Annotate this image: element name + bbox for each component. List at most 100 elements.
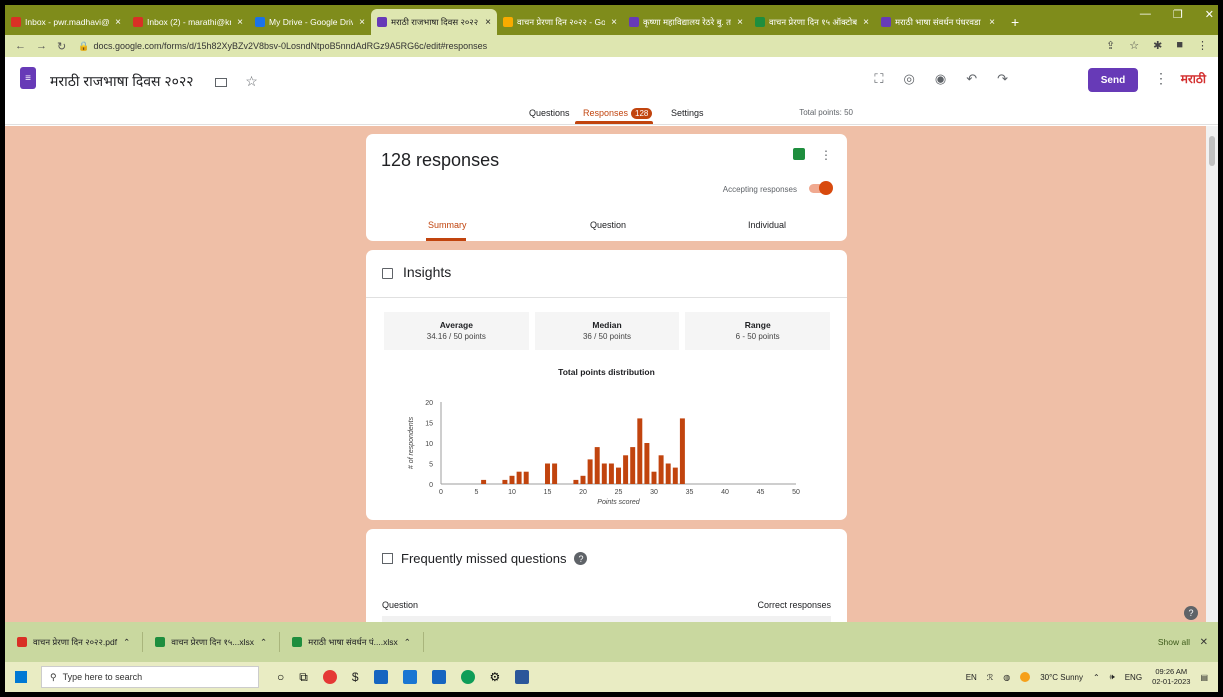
edge-icon[interactable] xyxy=(460,670,475,684)
bookmark-star-icon[interactable]: ☆ xyxy=(1129,39,1139,52)
show-all-link[interactable]: Show all xyxy=(1158,637,1190,647)
subtab-summary[interactable]: Summary xyxy=(428,220,467,230)
chevron-up-icon[interactable]: ⌃ xyxy=(1093,673,1100,682)
star-icon[interactable]: ☆ xyxy=(245,73,258,89)
undo-icon[interactable]: ↶ xyxy=(966,71,977,87)
tab-close-icon[interactable]: × xyxy=(115,17,121,28)
window-controls: — ❐ ✕ xyxy=(1140,8,1214,21)
extensions-icon[interactable]: ✱ xyxy=(1153,39,1162,52)
subtab-individual[interactable]: Individual xyxy=(748,220,786,230)
volume-icon[interactable]: 🕪 xyxy=(1110,672,1115,682)
start-icon[interactable] xyxy=(15,671,27,683)
send-button[interactable]: Send xyxy=(1088,68,1138,92)
close-downloads-icon[interactable]: ✕ xyxy=(1200,637,1208,648)
scrollbar[interactable] xyxy=(1206,126,1218,622)
address-bar: ← → ↻ 🔒 docs.google.com/forms/d/15h82XyB… xyxy=(5,35,1218,57)
app-tray-icon[interactable]: ◍ xyxy=(1003,673,1010,682)
help-icon[interactable]: ? xyxy=(574,552,588,565)
clock[interactable]: 09:26 AM 02-01-2023 xyxy=(1152,667,1190,687)
browser-tab[interactable]: मराठी राजभाषा दिवस २०२२ × xyxy=(371,9,497,35)
task-view-icon[interactable]: ⧉ xyxy=(299,670,308,685)
chart-bar xyxy=(644,443,650,484)
forms-logo-icon[interactable]: ≡ xyxy=(20,67,36,89)
file-explorer-icon[interactable] xyxy=(373,670,388,684)
stat-median: Median 36 / 50 points xyxy=(534,312,680,350)
tab-close-icon[interactable]: × xyxy=(989,17,995,28)
minimize-icon[interactable]: — xyxy=(1140,8,1151,21)
more-options-icon[interactable]: ⋮ xyxy=(1154,70,1168,87)
help-bubble-icon[interactable]: ? xyxy=(1184,606,1198,620)
new-tab-button[interactable]: + xyxy=(1001,9,1029,35)
scrollbar-thumb[interactable] xyxy=(1209,136,1215,166)
browser-tab[interactable]: कृष्णा महाविद्यालय रेठरे बु. ता × xyxy=(623,9,749,35)
browser-tab-label: वाचन प्रेरणा दिन २०२२ - Goo xyxy=(517,16,606,27)
reload-icon[interactable]: ↻ xyxy=(57,40,66,53)
sidebar-icon[interactable]: ■ xyxy=(1176,39,1183,52)
x-axis-label: Points scored xyxy=(597,499,641,506)
menu-icon[interactable]: ⋮ xyxy=(1197,39,1208,52)
tab-settings[interactable]: Settings xyxy=(671,108,704,118)
browser-tab[interactable]: वाचन प्रेरणा दिन १५ ऑक्टोबर × xyxy=(749,9,875,35)
insights-stats: Average 34.16 / 50 points Median 36 / 50… xyxy=(384,312,831,350)
browser-tab[interactable]: Inbox (2) - marathi@krish × xyxy=(127,9,249,35)
browser-tab[interactable]: वाचन प्रेरणा दिन २०२२ - Goo × xyxy=(497,9,623,35)
taskbar-search[interactable]: ⚲ Type here to search xyxy=(41,666,259,688)
tab-close-icon[interactable]: × xyxy=(359,17,365,28)
ime-indicator[interactable]: ENG xyxy=(1125,673,1142,682)
word-icon[interactable] xyxy=(515,670,530,684)
download-item[interactable]: वाचन प्रेरणा दिन १५...xlsx ⌃ xyxy=(143,632,281,652)
restore-icon[interactable]: ❐ xyxy=(1173,8,1183,21)
mail-icon[interactable] xyxy=(431,670,446,684)
weather-text[interactable]: 30°C Sunny xyxy=(1040,673,1083,682)
close-icon[interactable]: ✕ xyxy=(1205,8,1214,21)
y-axis-label: # of respondents xyxy=(408,416,415,469)
addon-icon[interactable]: ⛶ xyxy=(874,71,883,87)
sheets-icon[interactable] xyxy=(793,148,805,160)
chrome-icon[interactable] xyxy=(322,670,337,684)
browser-tab[interactable]: मराठी भाषा संवर्धन पंधरवडा × xyxy=(875,9,1001,35)
chevron-up-icon[interactable]: ⌃ xyxy=(260,637,267,648)
forward-icon[interactable]: → xyxy=(36,40,47,52)
app-icon[interactable]: $ xyxy=(352,670,359,684)
responses-count-title: 128 responses xyxy=(381,150,500,170)
chevron-up-icon[interactable]: ⌃ xyxy=(404,637,411,648)
chart-bar xyxy=(658,455,664,484)
download-item[interactable]: वाचन प्रेरणा दिन २०२२.pdf ⌃ xyxy=(5,632,144,652)
share-icon[interactable]: ⇪ xyxy=(1106,39,1115,52)
people-icon[interactable]: ℛ xyxy=(987,673,993,682)
store-icon[interactable] xyxy=(402,670,417,684)
subtab-question[interactable]: Question xyxy=(590,220,626,230)
tab-close-icon[interactable]: × xyxy=(485,17,491,28)
insights-title: Insights xyxy=(403,264,452,280)
tab-close-icon[interactable]: × xyxy=(863,17,869,28)
settings-gear-icon[interactable]: ⚙ xyxy=(490,670,501,684)
palette-icon[interactable]: ◎ xyxy=(904,71,915,87)
account-avatar[interactable]: मराठी xyxy=(1181,70,1206,87)
chart-bar xyxy=(672,467,678,484)
tab-questions[interactable]: Questions xyxy=(529,108,570,118)
download-item[interactable]: मराठी भाषा संवर्धन पं....xlsx ⌃ xyxy=(280,632,424,652)
tab-close-icon[interactable]: × xyxy=(737,17,743,28)
notifications-icon[interactable]: ▤ xyxy=(1200,673,1208,682)
preview-eye-icon[interactable]: ◉ xyxy=(935,71,946,87)
insights-header: Insights xyxy=(366,250,847,298)
accepting-responses-toggle[interactable] xyxy=(809,181,833,195)
clock-time: 09:26 AM xyxy=(1155,667,1188,676)
responses-more-icon[interactable]: ⋮ xyxy=(820,148,832,162)
tab-responses-label: Responses xyxy=(583,108,629,118)
tab-responses[interactable]: Responses 128 xyxy=(583,108,653,119)
tab-close-icon[interactable]: × xyxy=(611,17,617,28)
language-indicator[interactable]: EN xyxy=(966,673,977,682)
tab-favicon-icon xyxy=(133,17,143,27)
active-tab-indicator xyxy=(575,121,653,124)
folder-icon[interactable] xyxy=(215,77,228,87)
back-icon[interactable]: ← xyxy=(15,40,26,52)
tab-close-icon[interactable]: × xyxy=(237,17,243,28)
cortana-icon[interactable]: ○ xyxy=(277,670,284,684)
browser-tab[interactable]: My Drive - Google Drive × xyxy=(249,9,371,35)
browser-tab[interactable]: Inbox - pwr.madhavi@gm × xyxy=(5,9,127,35)
url-field[interactable]: 🔒 docs.google.com/forms/d/15h82XyBZv2V8b… xyxy=(78,41,487,52)
redo-icon[interactable]: ↷ xyxy=(997,71,1008,87)
form-title[interactable]: मराठी राजभाषा दिवस २०२२ xyxy=(50,73,194,89)
chevron-up-icon[interactable]: ⌃ xyxy=(123,637,130,648)
